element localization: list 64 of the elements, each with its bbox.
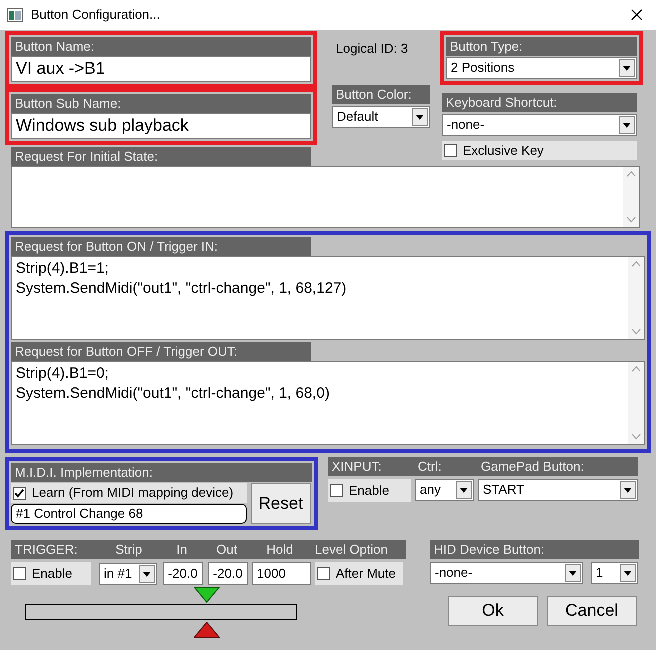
caret-icon xyxy=(456,481,472,499)
column-label: In xyxy=(176,541,188,559)
text-field[interactable]: -20.0 xyxy=(208,562,248,585)
text-field[interactable]: -20.0 xyxy=(163,562,203,585)
dropdown[interactable]: -none- xyxy=(442,114,637,136)
caret-icon xyxy=(620,564,636,582)
code-line: Strip(4).B1=1; xyxy=(16,259,110,279)
column-label: TRIGGER: xyxy=(14,541,79,559)
dialog-button[interactable]: Ok xyxy=(448,596,538,626)
checkbox[interactable]: Exclusive Key xyxy=(444,140,544,160)
checkbox[interactable]: After Mute xyxy=(317,564,396,584)
script-field[interactable]: Strip(4).B1=1; System.SendMidi("out1", "ctrl-change", 1, 68,127) xyxy=(11,256,645,340)
column-label: GamePad Button: xyxy=(480,458,584,476)
code-line: Strip(4).B1=0; xyxy=(16,364,110,384)
script-field[interactable]: Strip(4).B1=0; System.SendMidi("out1", "ctrl-change", 1, 68,0) xyxy=(11,361,645,445)
dropdown[interactable]: in #1 xyxy=(99,562,157,584)
code-line: System.SendMidi("out1", "ctrl-change", 1, 68,127) xyxy=(16,279,348,299)
caret-icon xyxy=(412,108,428,126)
column-label: Strip xyxy=(114,541,144,559)
column-label: Hold xyxy=(266,541,294,559)
column-label: XINPUT: xyxy=(331,458,383,476)
script-field[interactable] xyxy=(11,166,640,228)
group-header: Keyboard Shortcut: xyxy=(442,93,637,112)
text-field[interactable]: #1 Control Change 68 xyxy=(11,504,247,524)
window-title: Button Configuration... xyxy=(31,6,160,24)
logical-id-label: Logical ID: 3 xyxy=(336,40,410,58)
group-header: Button Sub Name: xyxy=(11,94,311,113)
group-header: M.I.D.I. Implementation: xyxy=(11,463,312,482)
close-icon[interactable] xyxy=(631,9,643,21)
scrollbar[interactable] xyxy=(623,167,639,227)
group-header: Request for Button ON / Trigger IN: xyxy=(11,237,311,256)
checkbox[interactable]: Enable xyxy=(13,564,72,584)
dropdown[interactable]: 2 Positions xyxy=(446,57,637,79)
text-field[interactable]: 1000 xyxy=(252,562,311,585)
code-line: System.SendMidi("out1", "ctrl-change", 1, 68,0) xyxy=(16,384,331,404)
checkbox[interactable]: Learn (From MIDI mapping device) xyxy=(13,483,234,503)
scrollbar[interactable] xyxy=(628,362,644,444)
caret-icon xyxy=(565,564,581,582)
group-header: Button Color: xyxy=(332,84,430,104)
dropdown[interactable]: 1 xyxy=(591,562,638,584)
caret-icon xyxy=(619,59,635,77)
group-header: Request for Button OFF / Trigger OUT: xyxy=(11,342,311,361)
caret-icon xyxy=(139,564,155,582)
dropdown[interactable]: -none- xyxy=(430,562,583,584)
dialog-button[interactable]: Reset xyxy=(251,483,311,524)
dropdown[interactable]: any xyxy=(415,479,474,501)
text-field[interactable]: Windows sub playback xyxy=(11,113,311,139)
caret-icon xyxy=(619,116,635,134)
dialog-button[interactable]: Cancel xyxy=(547,596,637,626)
group-header: Request For Initial State: xyxy=(11,147,311,166)
out-marker-icon[interactable] xyxy=(194,622,220,638)
window-icon xyxy=(7,8,23,22)
checkbox[interactable]: Enable xyxy=(330,480,390,500)
group-header: Button Type: xyxy=(446,37,637,56)
column-label: Out xyxy=(216,541,238,559)
column-label: Ctrl: xyxy=(417,458,443,476)
text-field[interactable]: VI aux ->B1 xyxy=(11,56,311,82)
column-label: Level Option xyxy=(314,541,388,559)
group-header: HID Device Button: xyxy=(430,540,639,559)
dropdown[interactable]: START xyxy=(478,479,638,501)
scrollbar[interactable] xyxy=(628,257,644,339)
group-header: Button Name: xyxy=(11,37,311,56)
dropdown[interactable]: Default xyxy=(332,106,430,128)
caret-icon xyxy=(620,481,636,499)
